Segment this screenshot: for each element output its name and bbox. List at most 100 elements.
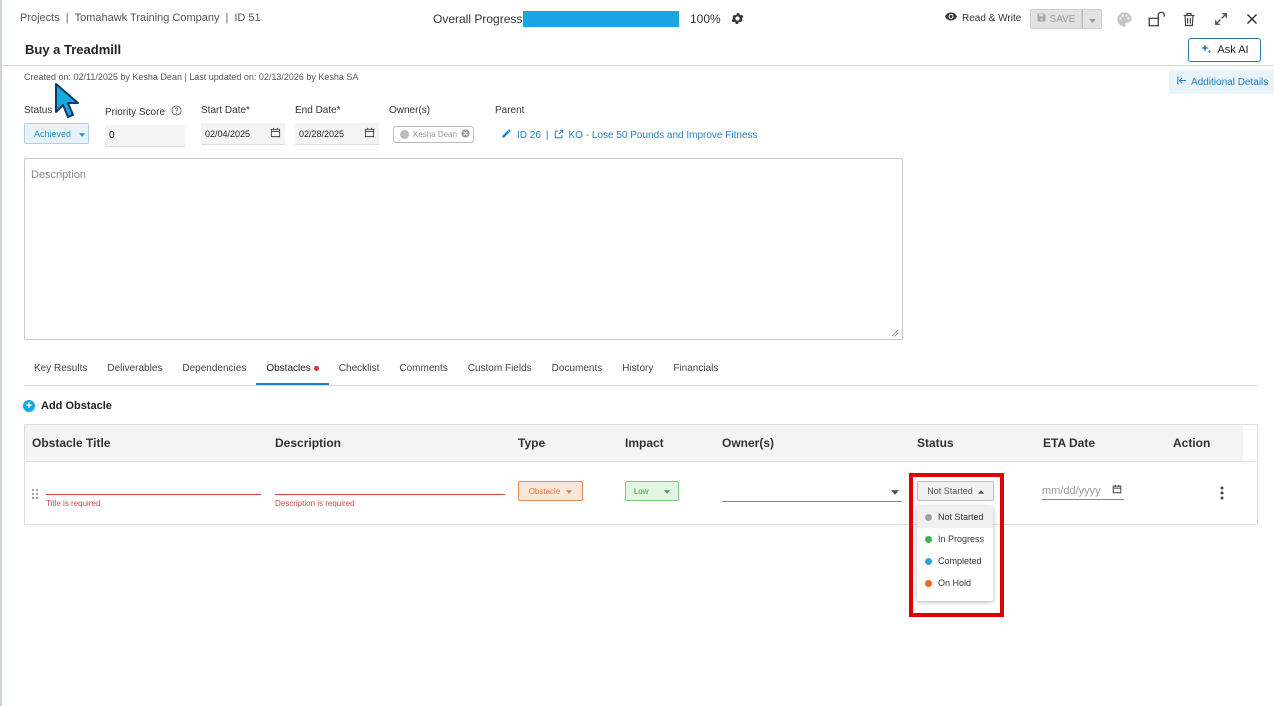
- ask-ai-label: Ask AI: [1217, 44, 1249, 56]
- tab-documents[interactable]: Documents: [542, 359, 613, 385]
- breadcrumb-id: ID 51: [234, 12, 261, 24]
- priority-score-input[interactable]: [105, 125, 185, 147]
- overall-progress-label: Overall Progress: [433, 12, 523, 26]
- description-placeholder: Description: [31, 169, 87, 181]
- record-meta: Created on: 02/11/2025 by Kesha Dean | L…: [24, 72, 359, 82]
- column-header-owners: Owner(s): [722, 436, 775, 450]
- column-header-status: Status: [917, 436, 954, 450]
- calendar-icon[interactable]: [1112, 484, 1122, 497]
- tab-checklist[interactable]: Checklist: [329, 359, 390, 385]
- additional-details-button[interactable]: Additional Details: [1169, 70, 1274, 94]
- impact-value: Low: [633, 486, 649, 496]
- parent-id[interactable]: ID 26: [517, 130, 541, 141]
- trash-icon[interactable]: [1180, 10, 1198, 28]
- parent-label: Parent: [495, 105, 525, 116]
- window-left-edge: [0, 0, 2, 706]
- tab-comments[interactable]: Comments: [389, 359, 457, 385]
- tab-history[interactable]: History: [612, 359, 663, 385]
- calendar-icon[interactable]: [270, 127, 281, 140]
- tab-obstacles-label: Obstacles: [266, 363, 311, 374]
- table-header: Obstacle Title Description Type Impact O…: [25, 425, 1243, 461]
- obstacle-description-input[interactable]: [275, 494, 505, 495]
- unlock-icon[interactable]: [1147, 10, 1165, 28]
- obstacle-title-input[interactable]: [46, 494, 261, 495]
- start-date-value: 02/04/2025: [205, 128, 251, 139]
- save-button[interactable]: SAVE: [1030, 9, 1082, 29]
- priority-score-label: Priority Score: [105, 106, 166, 118]
- type-select[interactable]: Obstacle: [518, 481, 583, 501]
- floppy-icon: [1037, 13, 1046, 25]
- header-row-divider: [25, 461, 1257, 462]
- mouse-cursor-icon: [54, 82, 80, 120]
- calendar-icon[interactable]: [364, 127, 375, 140]
- access-mode-label: Read & Write: [962, 12, 1022, 24]
- overall-progress-fill: [523, 11, 679, 27]
- remove-owner-icon[interactable]: [461, 129, 470, 140]
- drag-handle-icon[interactable]: [31, 487, 39, 500]
- tab-financials[interactable]: Financials: [663, 359, 728, 385]
- owner-avatar-icon: [400, 130, 409, 139]
- description-error-text: Description is required: [275, 499, 355, 508]
- breadcrumb-company[interactable]: Tomahawk Training Company: [75, 12, 220, 24]
- end-date-value: 02/28/2025: [299, 128, 345, 139]
- help-icon[interactable]: [171, 105, 182, 119]
- arrow-left-bar-icon: [1177, 76, 1187, 88]
- tabs-divider: [24, 385, 1258, 386]
- breadcrumb: Projects | Tomahawk Training Company | I…: [20, 12, 261, 24]
- palette-icon[interactable]: [1115, 10, 1133, 28]
- owner-chip: Kesha Dean: [413, 130, 458, 139]
- save-label: SAVE: [1049, 13, 1076, 25]
- expand-icon[interactable]: [1212, 10, 1230, 28]
- parent-link[interactable]: ID 26 | KO - Lose 50 Pounds and Improve …: [501, 128, 758, 142]
- description-textarea[interactable]: Description: [24, 158, 903, 340]
- add-obstacle-label: Add Obstacle: [41, 400, 112, 412]
- column-header-title: Obstacle Title: [32, 436, 111, 450]
- status-select[interactable]: Achieved: [24, 123, 89, 144]
- chevron-down-icon: [664, 487, 671, 496]
- column-header-description: Description: [275, 436, 342, 450]
- ask-ai-button[interactable]: Ask AI: [1188, 38, 1261, 62]
- overall-progress-percent: 100%: [690, 12, 721, 26]
- end-date-field[interactable]: 02/28/2025: [295, 123, 379, 145]
- overall-progress-bar: [523, 11, 679, 27]
- save-options-button[interactable]: [1082, 9, 1102, 29]
- tab-key-results[interactable]: Key Results: [24, 359, 97, 385]
- external-link-icon[interactable]: [554, 129, 564, 142]
- column-header-impact: Impact: [625, 436, 664, 450]
- start-date-label: Start Date*: [201, 105, 250, 116]
- resize-handle-icon[interactable]: [891, 328, 899, 337]
- impact-select[interactable]: Low: [625, 481, 679, 501]
- breadcrumb-projects[interactable]: Projects: [20, 12, 60, 24]
- tab-deliverables[interactable]: Deliverables: [97, 359, 172, 385]
- owner-select[interactable]: Kesha Dean: [393, 126, 474, 143]
- type-value: Obstacle: [528, 486, 561, 496]
- status-value: Achieved: [34, 128, 72, 139]
- add-obstacle-button[interactable]: + Add Obstacle: [23, 400, 112, 412]
- column-header-action: Action: [1173, 436, 1211, 450]
- chevron-down-icon: [1088, 10, 1096, 28]
- tab-obstacles[interactable]: Obstacles: [256, 359, 329, 385]
- tab-dependencies[interactable]: Dependencies: [172, 359, 256, 385]
- additional-details-label: Additional Details: [1191, 76, 1269, 88]
- status-label: Status: [24, 105, 53, 116]
- chevron-down-icon: [891, 482, 899, 500]
- obstacles-table: Obstacle Title Description Type Impact O…: [24, 424, 1258, 525]
- access-mode[interactable]: Read & Write: [945, 12, 1021, 24]
- obstacle-owner-select[interactable]: [722, 480, 902, 502]
- gear-icon[interactable]: [730, 11, 745, 26]
- tab-bar: Key Results Deliverables Dependencies Ob…: [24, 359, 728, 385]
- column-header-eta-date: ETA Date: [1043, 436, 1096, 450]
- alert-dot-icon: [313, 365, 319, 371]
- more-actions-icon[interactable]: [1218, 486, 1226, 500]
- eta-date-field[interactable]: mm/dd/yyyy: [1042, 482, 1124, 500]
- highlight-box: [909, 473, 1004, 617]
- start-date-field[interactable]: 02/04/2025: [201, 123, 285, 145]
- close-icon[interactable]: [1243, 10, 1261, 28]
- sparkle-icon: [1200, 43, 1212, 58]
- column-header-type: Type: [518, 436, 546, 450]
- pencil-icon[interactable]: [501, 128, 512, 142]
- parent-name[interactable]: KO - Lose 50 Pounds and Improve Fitness: [569, 130, 758, 141]
- chevron-down-icon: [566, 487, 573, 496]
- page-title: Buy a Treadmill: [25, 42, 122, 57]
- tab-custom-fields[interactable]: Custom Fields: [458, 359, 542, 385]
